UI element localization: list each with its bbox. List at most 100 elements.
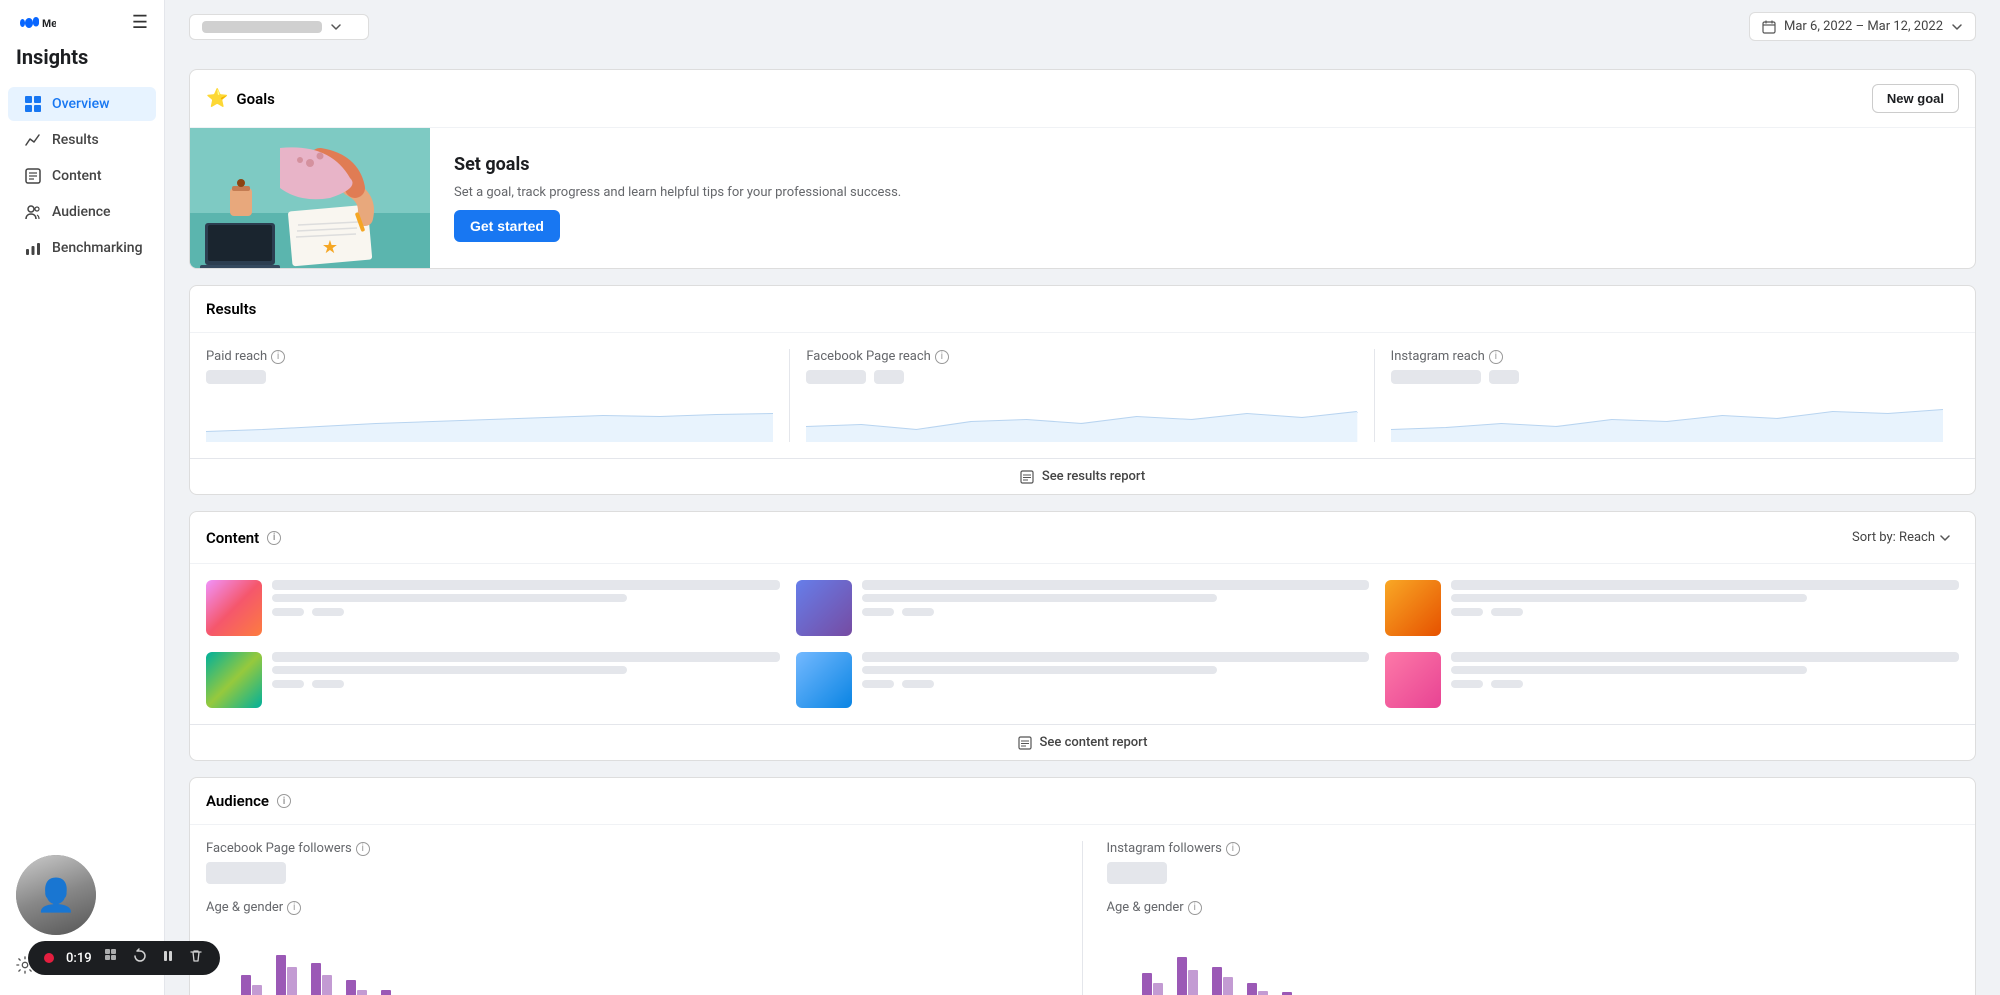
- audience-info-icon[interactable]: i: [277, 794, 291, 808]
- results-card-header: Results: [190, 286, 1975, 333]
- ig-followers-value: [1107, 862, 1167, 884]
- content-label: Content: [52, 168, 102, 184]
- ig-age-gender-chart: 13-17 18-24 25-34 35-44 45-54 55-64 65+: [1107, 925, 1960, 995]
- set-goals-desc: Set a goal, track progress and learn hel…: [454, 183, 901, 203]
- date-picker[interactable]: Mar 6, 2022 – Mar 12, 2022: [1749, 12, 1976, 41]
- paid-reach-info-icon[interactable]: i: [271, 350, 285, 364]
- rec-indicator: [44, 953, 54, 963]
- topbar-left: [189, 14, 369, 40]
- content-meta-4: [272, 652, 780, 688]
- sidebar-item-content[interactable]: Content: [8, 159, 156, 193]
- content-card-header: Content i Sort by: Reach: [190, 512, 1975, 564]
- ig-reach-info-icon[interactable]: i: [1489, 350, 1503, 364]
- content-thumb-6: [1385, 652, 1441, 708]
- grid-rec-icon[interactable]: [104, 948, 120, 968]
- ig-reach-badge: [1489, 370, 1519, 384]
- content-report-icon: [1018, 736, 1032, 750]
- ig-followers-info-icon[interactable]: i: [1226, 842, 1240, 856]
- content-thumb-1: [206, 580, 262, 636]
- fb-reach-info-icon[interactable]: i: [935, 350, 949, 364]
- paid-reach-value-row: [206, 370, 773, 384]
- content-thumb-4: [206, 652, 262, 708]
- sidebar-top: Meta ☰: [0, 0, 164, 41]
- results-header-left: Results: [206, 300, 256, 318]
- fb-followers-info-icon[interactable]: i: [356, 842, 370, 856]
- ig-reach-chart: [1391, 392, 1943, 442]
- paid-reach-label: Paid reach i: [206, 349, 773, 364]
- content-item-6: [1385, 652, 1959, 708]
- avatar: 👤: [16, 855, 96, 935]
- sidebar-item-results[interactable]: Results: [8, 123, 156, 157]
- content-item-4: [206, 652, 780, 708]
- new-goal-button[interactable]: New goal: [1872, 84, 1959, 113]
- goals-star-icon: ⭐: [206, 88, 228, 109]
- metric-ig-reach: Instagram reach i: [1375, 349, 1959, 442]
- fb-age-gender-info-icon[interactable]: i: [287, 901, 301, 915]
- sort-dropdown[interactable]: Sort by: Reach: [1844, 526, 1959, 549]
- benchmarking-label: Benchmarking: [52, 240, 143, 256]
- sidebar-item-benchmarking[interactable]: Benchmarking: [8, 231, 156, 265]
- results-grid: Paid reach i F: [190, 333, 1975, 458]
- audience-ig-col: Instagram followers i Age & gender i: [1083, 841, 1960, 995]
- content-area: ⭐ Goals New goal: [165, 53, 2000, 995]
- goals-header-left: ⭐ Goals: [206, 88, 275, 109]
- date-range-text: Mar 6, 2022 – Mar 12, 2022: [1784, 19, 1943, 34]
- fb-age-gender-label: Age & gender i: [206, 900, 1058, 915]
- overview-label: Overview: [52, 96, 109, 112]
- recording-bar: 0:19: [28, 941, 220, 975]
- audience-card-header: Audience i: [190, 778, 1975, 825]
- see-content-report-text: See content report: [1040, 735, 1148, 750]
- meta-logo: Meta: [16, 15, 56, 31]
- audience-grid: Facebook Page followers i Age & gender i: [190, 825, 1975, 995]
- fb-followers-label: Facebook Page followers i: [206, 841, 1058, 856]
- paid-reach-chart: [206, 392, 773, 442]
- goals-illustration-svg: ★: [190, 128, 430, 268]
- overview-icon: [24, 95, 42, 113]
- results-icon: [24, 131, 42, 149]
- svg-text:Meta: Meta: [42, 18, 56, 30]
- user-area: 👤: [0, 843, 164, 947]
- sidebar-item-overview[interactable]: Overview: [8, 87, 156, 121]
- see-content-report-button[interactable]: See content report: [190, 724, 1975, 760]
- goals-card: ⭐ Goals New goal: [189, 69, 1976, 269]
- fb-reach-label: Facebook Page reach i: [806, 349, 1357, 364]
- ig-followers-label: Instagram followers i: [1107, 841, 1960, 856]
- metric-fb-reach: Facebook Page reach i: [790, 349, 1374, 442]
- get-started-button[interactable]: Get started: [454, 210, 560, 242]
- undo-rec-icon[interactable]: [132, 948, 148, 968]
- calendar-icon: [1762, 20, 1776, 34]
- see-results-report-button[interactable]: See results report: [190, 458, 1975, 494]
- paid-reach-value: [206, 370, 266, 384]
- hamburger-icon[interactable]: ☰: [132, 12, 148, 33]
- page-selector[interactable]: [189, 14, 369, 40]
- sidebar-item-audience[interactable]: Audience: [8, 195, 156, 229]
- audience-section-title: Audience: [206, 792, 269, 810]
- ig-age-gender-info-icon[interactable]: i: [1188, 901, 1202, 915]
- pause-rec-icon[interactable]: [160, 948, 176, 968]
- content-meta-6: [1451, 652, 1959, 688]
- fb-reach-badge: [874, 370, 904, 384]
- content-thumb-5: [796, 652, 852, 708]
- audience-header-left: Audience i: [206, 792, 291, 810]
- content-meta-5: [862, 652, 1370, 688]
- results-label: Results: [52, 132, 99, 148]
- content-card: Content i Sort by: Reach: [189, 511, 1976, 761]
- results-report-icon: [1020, 470, 1034, 484]
- fb-age-gender-chart: 13-17 18-24 25-34 35-44 45-54 55-64 65+: [206, 925, 1058, 995]
- content-info-icon[interactable]: i: [267, 531, 281, 545]
- goals-card-body: ★: [190, 128, 1975, 268]
- content-items-grid: [190, 564, 1975, 724]
- metric-paid-reach: Paid reach i: [206, 349, 790, 442]
- main-content: Mar 6, 2022 – Mar 12, 2022 ⭐ Goals New g…: [165, 0, 2000, 995]
- page-selector-dropdown-icon: [330, 21, 342, 33]
- see-results-report-text: See results report: [1042, 469, 1145, 484]
- goals-card-header: ⭐ Goals New goal: [190, 70, 1975, 128]
- sort-chevron-icon: [1939, 532, 1951, 544]
- content-icon: [24, 167, 42, 185]
- delete-rec-icon[interactable]: [188, 948, 204, 968]
- benchmarking-icon: [24, 239, 42, 257]
- content-meta-2: [862, 580, 1370, 616]
- content-thumb-3: [1385, 580, 1441, 636]
- content-item-3: [1385, 580, 1959, 636]
- content-header-left: Content i: [206, 529, 281, 547]
